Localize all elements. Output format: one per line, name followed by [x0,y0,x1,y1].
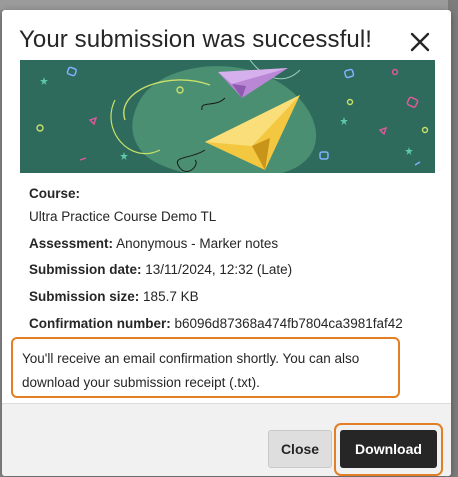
download-button[interactable]: Download [340,430,437,468]
paper-airplanes-illustration [20,60,435,173]
receipt-notice: You'll receive an email confirmation sho… [11,337,400,398]
background-page-top [0,0,458,10]
close-dialog-button[interactable] [406,28,434,56]
confirmation-number-value: b6096d87368a474fb7804ca3981faf42 [174,316,403,331]
assessment-value: Anonymous - Marker notes [116,236,279,251]
submission-size-value: 185.7 KB [143,289,199,304]
confirmation-number-label: Confirmation number: [29,316,171,331]
submission-date-value: 13/11/2024, 12:32 (Late) [145,262,293,277]
close-icon [410,32,430,52]
receipt-notice-text: You'll receive an email confirmation sho… [22,351,360,390]
dialog-footer: Close Download [2,403,451,476]
assessment-label: Assessment: [29,236,114,251]
dialog-title: Your submission was successful! [19,26,373,53]
close-button[interactable]: Close [268,430,332,468]
submission-success-dialog: Your submission was successful! Course: … [2,10,451,476]
submission-date-label: Submission date: [29,262,142,277]
course-label: Course: [29,186,81,201]
submission-size-label: Submission size: [29,289,140,304]
course-value: Ultra Practice Course Demo TL [29,209,217,224]
